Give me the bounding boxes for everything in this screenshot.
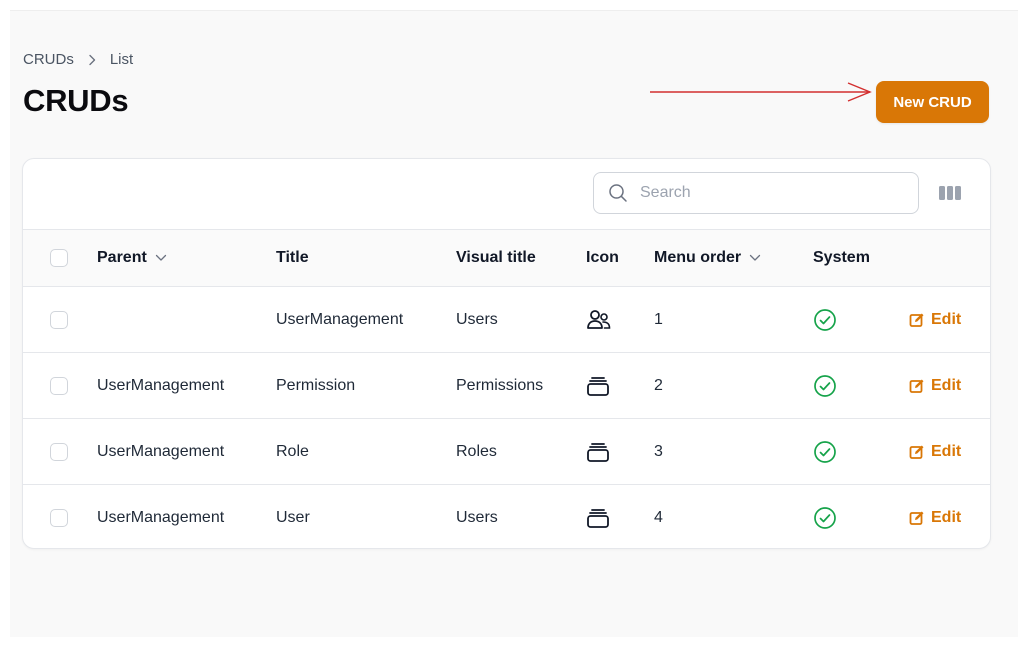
edit-label: Edit (931, 508, 962, 526)
column-header-visual-title: Visual title (456, 249, 536, 266)
column-header-parent[interactable]: Parent (97, 230, 167, 286)
breadcrumb-item-list: List (109, 51, 134, 68)
cell-title: User (276, 508, 310, 526)
cell-menu-order: 4 (654, 508, 663, 526)
search-icon (608, 183, 628, 203)
cell-title: Permission (276, 376, 356, 394)
table-row: UserManagement User Users 4 Edit (23, 485, 990, 548)
edit-button[interactable]: Edit (909, 509, 961, 527)
column-header-icon: Icon (586, 249, 619, 266)
check-circle-icon (814, 506, 836, 529)
cell-visual-title: Permissions (456, 376, 544, 394)
cell-menu-order: 3 (654, 442, 663, 460)
column-header-parent-label: Parent (97, 249, 147, 266)
cruds-table-card: Parent Title Visual title Icon Menu orde… (22, 158, 991, 549)
select-all-checkbox[interactable] (50, 249, 68, 267)
users-icon (587, 309, 611, 329)
cell-menu-order: 2 (654, 376, 663, 394)
check-circle-icon (814, 308, 836, 331)
edit-label: Edit (931, 442, 962, 460)
check-circle-icon (814, 440, 836, 463)
row-checkbox[interactable] (50, 442, 68, 461)
cell-visual-title: Users (456, 310, 498, 328)
page-container: CRUDs List CRUDs New CRUD Search Parent … (10, 10, 1018, 637)
cell-parent: UserManagement (97, 508, 225, 526)
table-row: UserManagement Permission Permissions 2 … (23, 353, 990, 419)
column-toggle-button[interactable] (937, 183, 963, 203)
chevron-down-icon (749, 254, 761, 262)
column-header-title: Title (276, 249, 309, 266)
edit-label: Edit (931, 376, 962, 394)
edit-button[interactable]: Edit (909, 443, 961, 461)
new-crud-button[interactable]: New CRUD (876, 81, 989, 123)
chevron-right-icon (88, 54, 96, 66)
cell-parent: UserManagement (97, 376, 225, 394)
pencil-square-icon (909, 445, 924, 459)
column-header-menu-order[interactable]: Menu order (654, 230, 761, 286)
cell-title: UserManagement (276, 310, 404, 328)
cell-parent: UserManagement (97, 442, 225, 460)
cell-title: Role (276, 442, 309, 460)
cell-visual-title: Users (456, 508, 498, 526)
view-columns-icon (939, 186, 961, 200)
pencil-square-icon (909, 379, 924, 393)
table-toolbar (23, 159, 990, 230)
row-checkbox[interactable] (50, 508, 68, 527)
annotation-arrow (650, 82, 872, 102)
edit-button[interactable]: Edit (909, 311, 961, 329)
breadcrumb: CRUDs List (23, 51, 133, 68)
chevron-down-icon (155, 254, 167, 262)
stack-icon (587, 376, 609, 396)
table-row: UserManagement Role Roles 3 Edit (23, 419, 990, 485)
breadcrumb-item-cruds[interactable]: CRUDs (23, 51, 74, 68)
column-header-menu-order-label: Menu order (654, 249, 742, 266)
search-input[interactable] (638, 183, 902, 203)
table-row: UserManagement Users 1 Edit (23, 287, 990, 353)
edit-button[interactable]: Edit (909, 377, 961, 395)
search-field[interactable] (593, 172, 919, 214)
cell-visual-title: Roles (456, 442, 497, 460)
stack-icon (587, 442, 609, 462)
cell-menu-order: 1 (654, 310, 663, 328)
check-circle-icon (814, 374, 836, 397)
edit-label: Edit (931, 310, 962, 328)
page-title: CRUDs (23, 83, 129, 118)
pencil-square-icon (909, 511, 924, 525)
row-checkbox[interactable] (50, 310, 68, 329)
pencil-square-icon (909, 313, 924, 327)
column-header-system: System (813, 249, 870, 266)
table-header: Parent Title Visual title Icon Menu orde… (23, 230, 990, 287)
row-checkbox[interactable] (50, 376, 68, 395)
stack-icon (587, 508, 609, 528)
